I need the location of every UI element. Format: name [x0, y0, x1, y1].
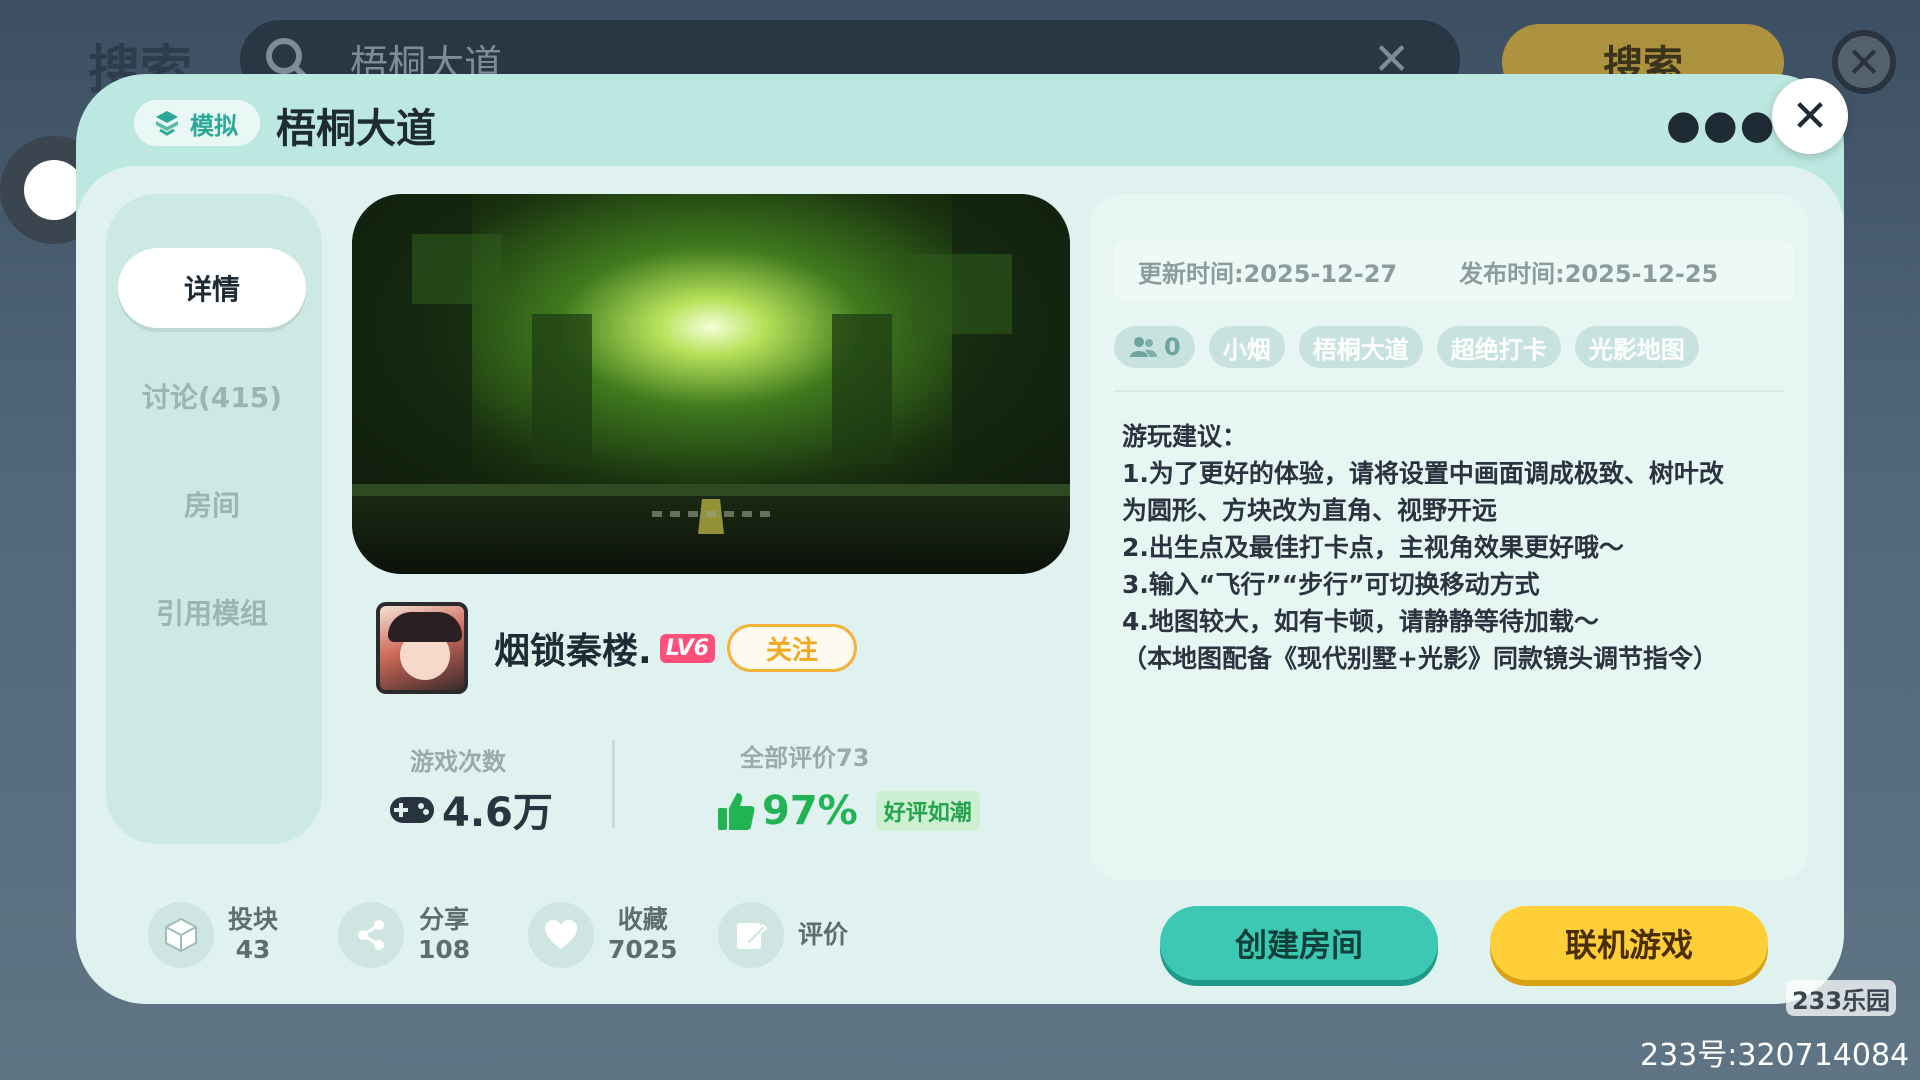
online-game-button[interactable]: 联机游戏 — [1490, 906, 1768, 980]
share-icon — [338, 902, 404, 968]
watermark-id: 233号:320714084 — [1640, 1038, 1910, 1073]
tag-item[interactable]: 梧桐大道 — [1298, 326, 1423, 368]
description-line: 4.地图较大，如有卡顿，请静静等待加载～ — [1122, 607, 1599, 636]
close-button[interactable]: ✕ — [1772, 78, 1848, 154]
thumbs-up-icon — [718, 793, 755, 830]
tag-item[interactable]: 小烟 — [1208, 326, 1285, 368]
modal-header: 模拟 梧桐大道 ●●● — [76, 74, 1844, 166]
players-count: 0 — [1164, 333, 1181, 361]
game-screenshot[interactable] — [352, 194, 1070, 574]
blocks-label: 投块 — [228, 905, 279, 934]
more-icon[interactable]: ●●● — [1666, 102, 1777, 148]
share-count: 108 — [418, 935, 471, 964]
review-text: 评价 — [798, 920, 848, 950]
author-row: 烟锁秦楼. LV6 关注 — [376, 602, 858, 694]
block-icon — [148, 902, 214, 968]
publish-time: 发布时间:2025-12-25 — [1459, 259, 1719, 288]
category-icon — [156, 111, 178, 136]
review-label: 评价 — [798, 920, 849, 949]
action-blocks[interactable]: 投块 43 — [148, 902, 278, 968]
plays-label: 游戏次数 — [410, 748, 506, 776]
detail-sidebar: 详情 讨论(415) 房间 引用模组 — [106, 194, 322, 844]
action-review[interactable]: 评价 — [718, 902, 848, 968]
watermark-logo: 233乐园 — [1786, 980, 1896, 1016]
plays-count: 4.6万 — [442, 790, 553, 836]
game-title: 梧桐大道 — [276, 106, 436, 152]
rating-badge: 好评如潮 — [875, 791, 980, 831]
description-line: 为圆形、方块改为直角、视野开远 — [1122, 496, 1498, 525]
description-line: 游玩建议： — [1122, 422, 1248, 451]
category-label: 模拟 — [190, 111, 238, 140]
description-line: 2.出生点及最佳打卡点，主视角效果更好哦～ — [1122, 533, 1624, 562]
game-screenshot-image — [352, 194, 1070, 574]
edit-icon — [718, 902, 784, 968]
game-description: 游玩建议： 1.为了更好的体验，请将设置中画面调成极致、树叶改 为圆形、方块改为… — [1122, 418, 1802, 677]
description-line: 3.输入“飞行”“步行”可切换移动方式 — [1122, 570, 1540, 599]
tags-row: 0 小烟 梧桐大道 超绝打卡 光影地图 — [1114, 326, 1699, 368]
tab-details[interactable]: 详情 — [118, 248, 306, 328]
rating-summary: 97% 好评如潮 — [716, 788, 980, 834]
dates-row: 更新时间:2025-12-27 发布时间:2025-12-25 — [1114, 240, 1794, 302]
stats-divider — [612, 740, 615, 828]
favorite-label: 收藏 — [617, 905, 668, 934]
author-level-badge: LV6 — [659, 633, 716, 663]
blocks-text: 投块 43 — [228, 905, 278, 965]
gamepad-icon — [390, 797, 434, 823]
category-badge: 模拟 — [134, 100, 260, 146]
rating-label[interactable]: 全部评价73 — [740, 738, 869, 773]
tag-item[interactable]: 光影地图 — [1574, 326, 1699, 368]
update-time: 更新时间:2025-12-27 — [1138, 259, 1398, 288]
create-room-button[interactable]: 创建房间 — [1160, 906, 1438, 980]
tab-referenced-mods[interactable]: 引用模组 — [118, 572, 306, 652]
action-share[interactable]: 分享 108 — [338, 902, 470, 968]
blocks-count: 43 — [235, 935, 271, 964]
follow-button[interactable]: 关注 — [727, 624, 858, 672]
favorite-count: 7025 — [608, 935, 678, 964]
tag-item[interactable]: 超绝打卡 — [1436, 326, 1561, 368]
action-favorite[interactable]: 收藏 7025 — [528, 902, 678, 968]
share-label: 分享 — [419, 905, 470, 934]
author-avatar[interactable] — [376, 602, 468, 694]
author-name[interactable]: 烟锁秦楼. — [494, 622, 652, 674]
rating-percent: 97% — [762, 788, 858, 834]
tags-divider — [1114, 390, 1784, 392]
description-line: 1.为了更好的体验，请将设置中画面调成极致、树叶改 — [1122, 459, 1724, 488]
heart-icon — [528, 902, 594, 968]
share-text: 分享 108 — [418, 905, 470, 965]
players-icon — [1130, 337, 1157, 357]
favorite-text: 收藏 7025 — [608, 905, 678, 965]
description-line: （本地图配备《现代别墅+光影》同款镜头调节指令） — [1122, 644, 1718, 673]
tab-discussion[interactable]: 讨论(415) — [118, 356, 306, 436]
players-tag: 0 — [1114, 326, 1195, 368]
tab-rooms[interactable]: 房间 — [118, 464, 306, 544]
plays-value: 4.6万 — [388, 780, 553, 838]
close-icon: ✕ — [1791, 90, 1829, 142]
